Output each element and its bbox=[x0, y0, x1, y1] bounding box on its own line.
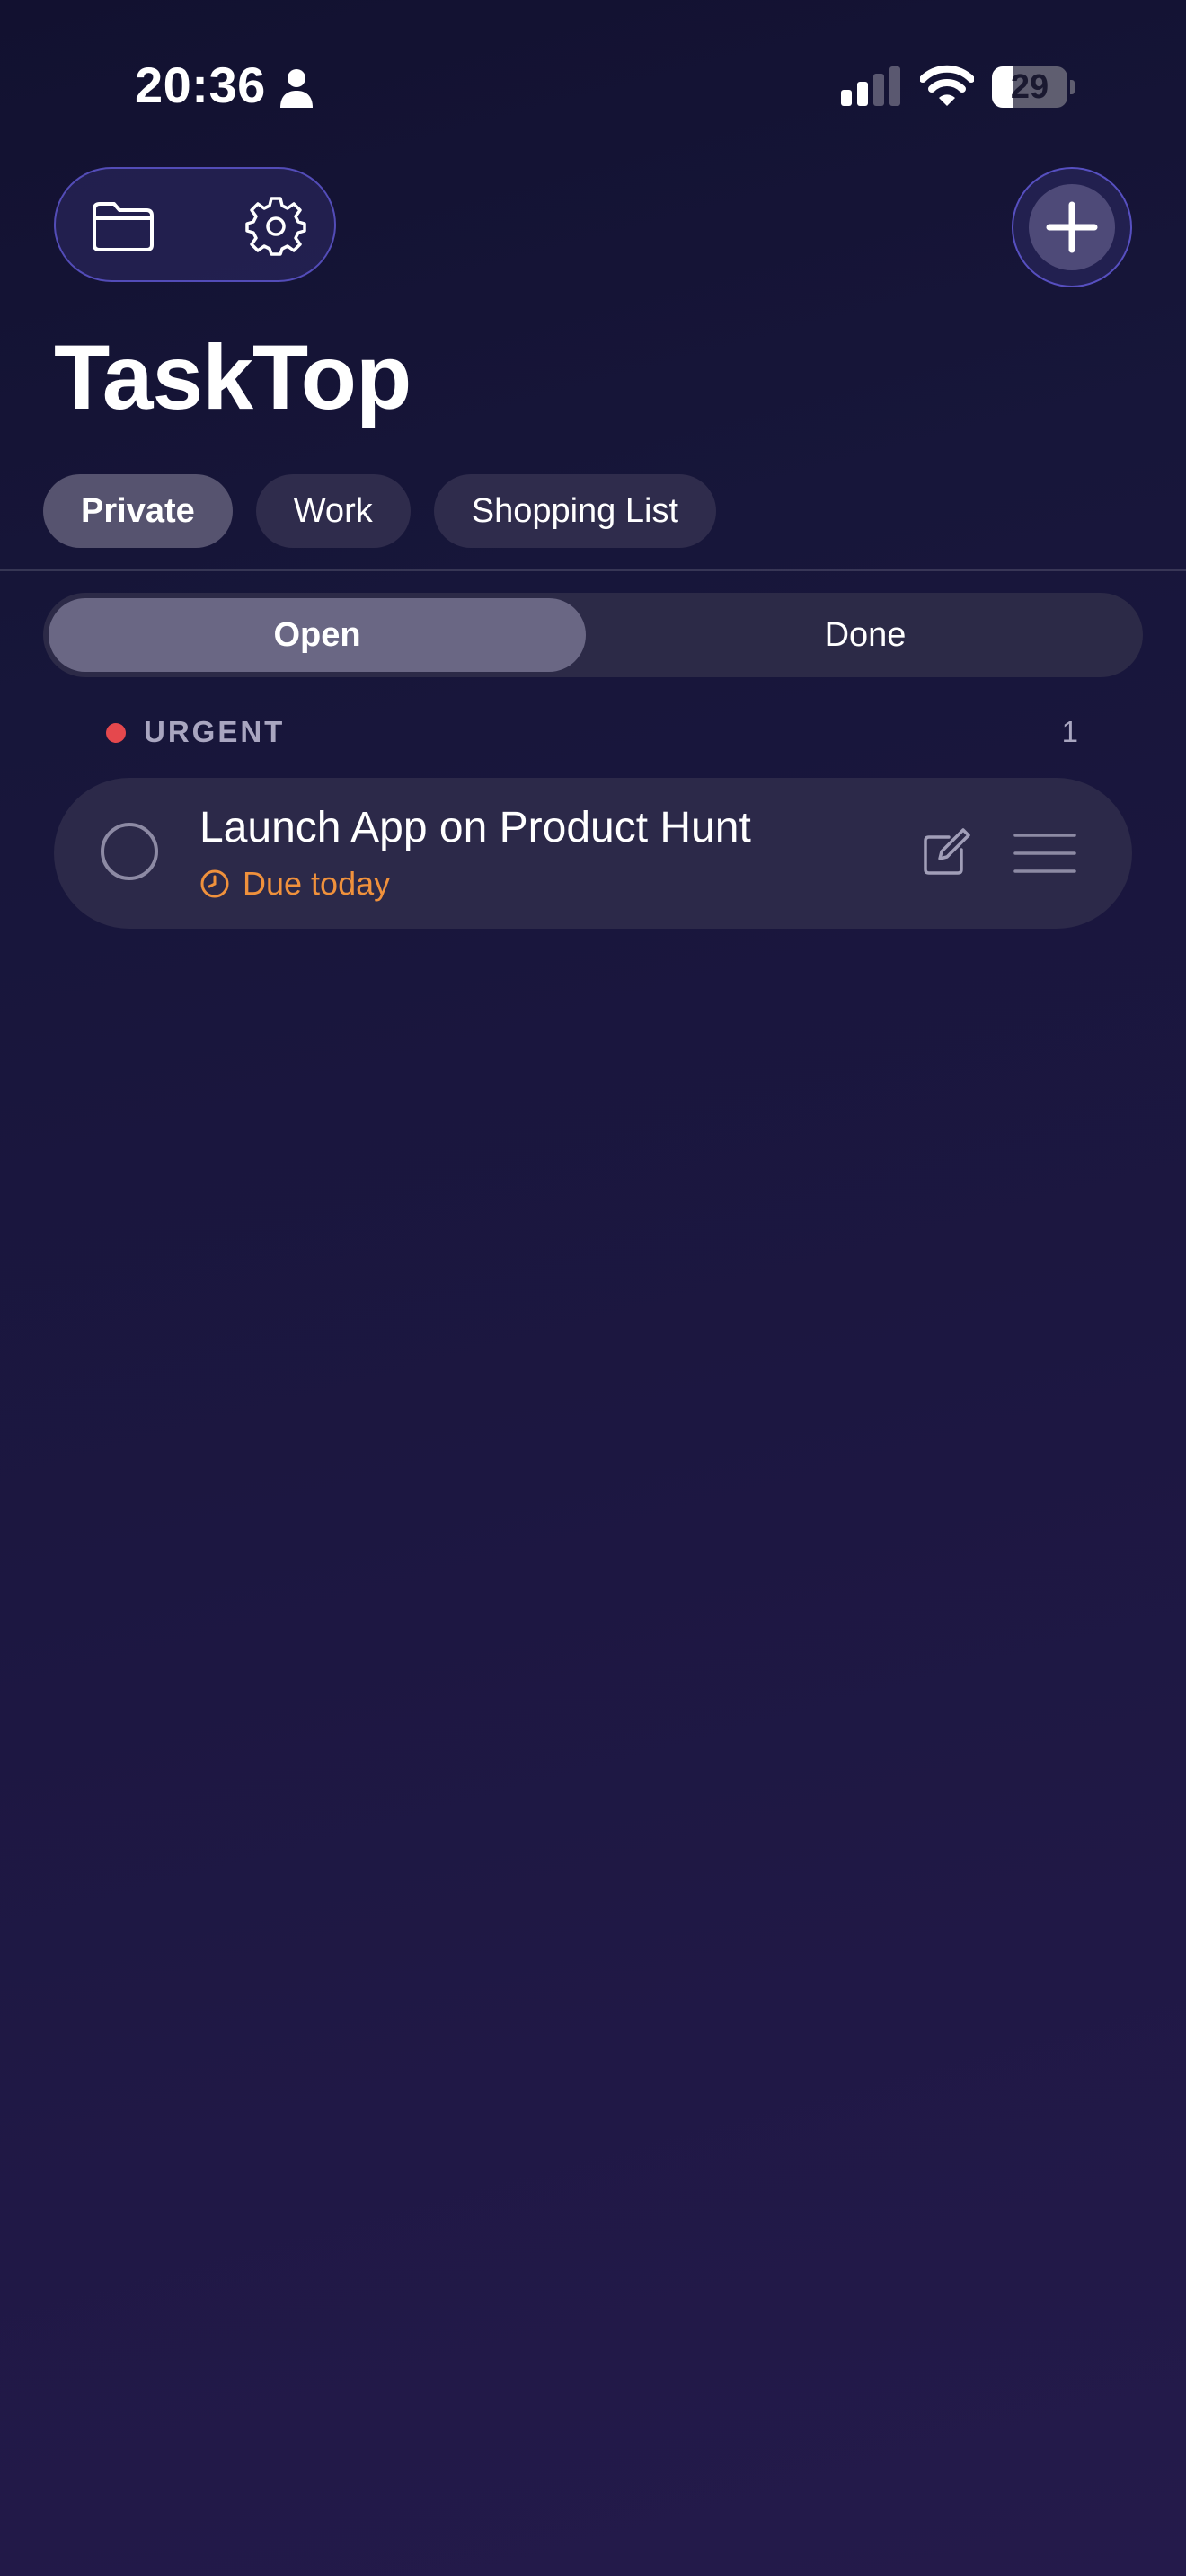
section-header-urgent: URGENT 1 bbox=[106, 710, 1085, 754]
task-title: Launch App on Product Hunt bbox=[199, 804, 751, 851]
status-time: 20:36 bbox=[135, 57, 266, 113]
task-due-label: Due today bbox=[243, 865, 391, 902]
toolbar-group bbox=[54, 167, 336, 282]
section-title: URGENT bbox=[144, 715, 286, 748]
divider bbox=[0, 569, 1186, 571]
clock-icon bbox=[200, 869, 229, 898]
urgent-dot bbox=[106, 723, 126, 743]
tab-private[interactable]: Private bbox=[43, 474, 233, 548]
task-card[interactable]: Launch App on Product Hunt Due today bbox=[54, 778, 1132, 929]
plus-icon bbox=[1046, 201, 1098, 253]
gear-icon bbox=[245, 197, 306, 256]
page-title: TaskTop bbox=[54, 326, 412, 428]
battery-level: 29 bbox=[1010, 68, 1049, 106]
task-complete-checkbox[interactable] bbox=[101, 823, 158, 880]
drag-handle-icon[interactable] bbox=[1013, 830, 1076, 877]
wifi-icon bbox=[920, 65, 974, 106]
battery-tip bbox=[1070, 80, 1075, 94]
section-count: 1 bbox=[1061, 715, 1078, 748]
settings-button[interactable] bbox=[235, 185, 316, 266]
person-icon bbox=[280, 69, 313, 108]
cellular-signal-icon bbox=[841, 66, 900, 106]
tab-work[interactable]: Work bbox=[255, 474, 411, 548]
tab-shopping-list[interactable]: Shopping List bbox=[433, 474, 717, 548]
folder-button[interactable] bbox=[83, 185, 164, 266]
status-segmented-control: Open Done bbox=[43, 593, 1143, 677]
status-bar: 20:36 29 bbox=[0, 0, 1186, 171]
task-due: Due today bbox=[199, 864, 390, 904]
segment-open[interactable]: Open bbox=[49, 598, 586, 672]
edit-icon[interactable] bbox=[918, 826, 972, 880]
battery-icon: 29 bbox=[992, 66, 1075, 108]
battery-body: 29 bbox=[992, 66, 1067, 108]
segment-done[interactable]: Done bbox=[593, 598, 1137, 672]
add-task-button[interactable] bbox=[1012, 167, 1132, 287]
add-button-inner bbox=[1029, 184, 1115, 270]
folder-icon bbox=[93, 202, 154, 251]
list-tabs: Private Work Shopping List bbox=[43, 474, 717, 548]
